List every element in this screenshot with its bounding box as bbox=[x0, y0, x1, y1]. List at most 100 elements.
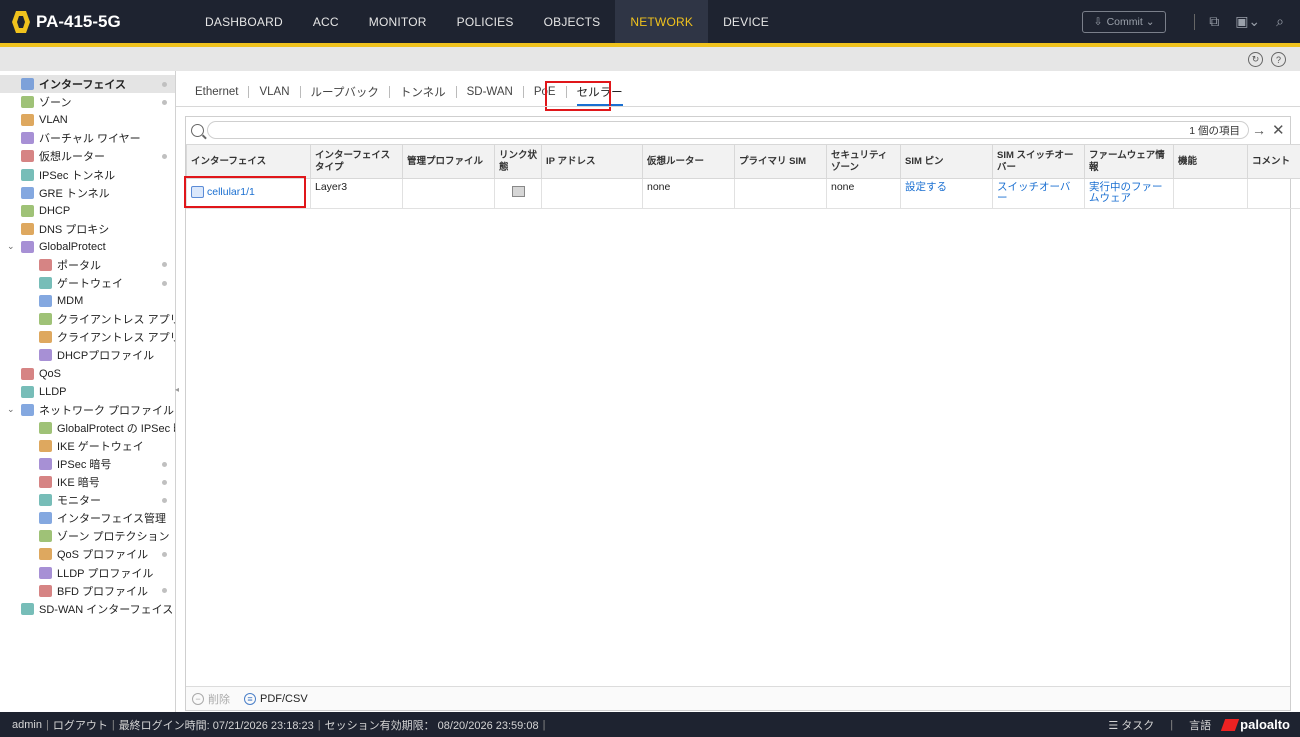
logout-link[interactable]: ログアウト bbox=[53, 717, 108, 733]
search-icon[interactable]: ⌕ bbox=[1276, 13, 1284, 30]
sidebar-item-24[interactable]: インターフェイス管理 bbox=[0, 509, 175, 527]
sidebar-item-28[interactable]: BFD プロファイル bbox=[0, 582, 175, 600]
arrow-right-icon[interactable]: → bbox=[1252, 122, 1266, 138]
close-icon[interactable]: ✕ bbox=[1272, 121, 1285, 139]
dhcp-profile-icon bbox=[39, 349, 52, 362]
sim-pin-link[interactable]: 設定する bbox=[905, 181, 947, 193]
sidebar-item-11[interactable]: ゲートウェイ bbox=[0, 274, 175, 292]
sidebar-item-23[interactable]: モニター bbox=[0, 491, 175, 509]
device-logo-icon bbox=[12, 10, 30, 33]
chevron-down-icon[interactable]: ⌄ bbox=[7, 404, 15, 415]
sidebar-item-19[interactable]: GlobalProtect の IPSec 暗号 bbox=[0, 419, 175, 437]
table-row[interactable]: cellular1/1 Layer3 none none 設定する スイッチオー… bbox=[186, 178, 1300, 209]
sidebar-item-25[interactable]: ゾーン プロテクション bbox=[0, 527, 175, 545]
refresh-icon[interactable]: ↻ bbox=[1248, 52, 1263, 67]
column-header[interactable]: セキュリティ ゾーン bbox=[826, 144, 901, 179]
sidebar-item-label: VLAN bbox=[39, 114, 68, 127]
cell-mgmt-profile bbox=[402, 178, 495, 209]
cell-type: Layer3 bbox=[310, 178, 403, 209]
zone-protection-icon bbox=[39, 530, 52, 543]
config-lock-icon[interactable]: ⧉ bbox=[1209, 13, 1219, 30]
sidebar-item-29[interactable]: SD-WAN インターフェイス プロ bbox=[0, 600, 175, 618]
sidebar-item-6[interactable]: GRE トンネル bbox=[0, 184, 175, 202]
sidebar-item-9[interactable]: ⌄ GlobalProtect bbox=[0, 238, 175, 256]
sidebar-item-26[interactable]: QoS プロファイル bbox=[0, 545, 175, 563]
subtab-3[interactable]: トンネル bbox=[390, 81, 456, 103]
panel-actions: − 削除 ≡ PDF/CSV bbox=[186, 686, 1290, 710]
language-button[interactable]: 言語 bbox=[1189, 717, 1211, 733]
pdf-csv-button[interactable]: ≡ PDF/CSV bbox=[244, 692, 308, 705]
pdf-csv-label: PDF/CSV bbox=[260, 692, 308, 705]
firmware-link[interactable]: 実行中のファームウェア bbox=[1089, 181, 1163, 204]
save-config-icon[interactable]: ▣⌄ bbox=[1235, 13, 1260, 30]
subtab-1[interactable]: VLAN bbox=[249, 81, 299, 103]
column-header[interactable]: 仮想ルーター bbox=[642, 144, 735, 179]
sidebar-item-label: IPSec トンネル bbox=[39, 169, 116, 182]
portal-icon bbox=[39, 258, 52, 271]
sidebar-item-21[interactable]: IPSec 暗号 bbox=[0, 455, 175, 473]
sidebar-item-4[interactable]: 仮想ルーター bbox=[0, 147, 175, 165]
sidebar-item-3[interactable]: バーチャル ワイヤー bbox=[0, 129, 175, 147]
vlan-icon bbox=[21, 114, 34, 127]
column-header[interactable]: 管理プロファイル bbox=[402, 144, 495, 179]
user-name: admin bbox=[12, 718, 42, 731]
filter-input[interactable] bbox=[207, 121, 1249, 139]
sim-switchover-link[interactable]: スイッチオーバー bbox=[997, 181, 1070, 204]
sidebar-item-8[interactable]: DNS プロキシ bbox=[0, 220, 175, 238]
column-header[interactable]: IP アドレス bbox=[541, 144, 643, 179]
tab-objects[interactable]: OBJECTS bbox=[529, 0, 616, 43]
sidebar-item-7[interactable]: DHCP bbox=[0, 202, 175, 220]
column-header[interactable]: プライマリ SIM bbox=[734, 144, 827, 179]
column-header[interactable]: インターフェイス bbox=[186, 144, 311, 179]
help-icon[interactable]: ? bbox=[1271, 52, 1286, 67]
tab-dashboard[interactable]: DASHBOARD bbox=[190, 0, 298, 43]
delete-button[interactable]: − 削除 bbox=[192, 691, 230, 707]
column-header[interactable]: ファームウェア情報 bbox=[1084, 144, 1174, 179]
cell-ip bbox=[541, 178, 643, 209]
column-header[interactable]: リンク状態 bbox=[494, 144, 542, 179]
sidebar-item-label: 仮想ルーター bbox=[39, 151, 105, 164]
sidebar-item-22[interactable]: IKE 暗号 bbox=[0, 473, 175, 491]
sidebar-item-14[interactable]: クライアントレス アプリケ bbox=[0, 328, 175, 346]
tasks-button[interactable]: ☰ タスク bbox=[1108, 717, 1154, 733]
sidebar-item-label: インターフェイス bbox=[39, 79, 127, 92]
tab-network[interactable]: NETWORK bbox=[615, 0, 709, 43]
subtab-2[interactable]: ループバック bbox=[301, 81, 389, 103]
sidebar-item-1[interactable]: ゾーン bbox=[0, 93, 175, 111]
dhcp-icon bbox=[21, 204, 34, 217]
commit-button[interactable]: ⇩ Commit ⌄ bbox=[1082, 10, 1167, 33]
subtab-4[interactable]: SD-WAN bbox=[457, 81, 523, 103]
tab-device[interactable]: DEVICE bbox=[708, 0, 784, 43]
brand: PA-415-5G bbox=[0, 10, 190, 33]
sidebar-item-17[interactable]: LLDP bbox=[0, 383, 175, 401]
sidebar-item-0[interactable]: インターフェイス bbox=[0, 75, 175, 94]
sidebar-item-12[interactable]: MDM bbox=[0, 292, 175, 310]
column-header[interactable]: SIM ピン bbox=[900, 144, 993, 179]
sidebar-item-16[interactable]: QoS bbox=[0, 365, 175, 383]
sidebar-item-27[interactable]: LLDP プロファイル bbox=[0, 564, 175, 582]
clientless-app-icon bbox=[39, 313, 52, 326]
sidebar-item-2[interactable]: VLAN bbox=[0, 111, 175, 129]
tab-policies[interactable]: POLICIES bbox=[442, 0, 529, 43]
chevron-down-icon[interactable]: ⌄ bbox=[7, 241, 15, 252]
sidebar: インターフェイス ゾーン VLAN バーチャル ワイヤー仮想ルーター IPSec トンネ… bbox=[0, 71, 176, 712]
sidebar-item-18[interactable]: ⌄ ネットワーク プロファイル bbox=[0, 401, 175, 419]
sidebar-item-5[interactable]: IPSec トンネル bbox=[0, 165, 175, 183]
column-header[interactable]: 機能 bbox=[1173, 144, 1248, 179]
sidebar-item-13[interactable]: クライアントレス アプリケ bbox=[0, 310, 175, 328]
sidebar-item-10[interactable]: ポータル bbox=[0, 256, 175, 274]
sidebar-item-15[interactable]: DHCPプロファイル bbox=[0, 346, 175, 364]
column-header[interactable]: コメント bbox=[1247, 144, 1300, 179]
sidebar-item-label: DNS プロキシ bbox=[39, 223, 110, 236]
column-header[interactable]: SIM スイッチオーバー bbox=[992, 144, 1085, 179]
mdm-icon bbox=[39, 295, 52, 308]
lock-icon bbox=[39, 458, 52, 471]
separator: | bbox=[542, 718, 546, 731]
sidebar-item-20[interactable]: IKE ゲートウェイ bbox=[0, 437, 175, 455]
subtab-0[interactable]: Ethernet bbox=[185, 81, 248, 103]
tab-acc[interactable]: ACC bbox=[298, 0, 354, 43]
sidebar-collapse-handle[interactable]: ◂ bbox=[175, 385, 180, 401]
column-header[interactable]: インターフェイス タイプ bbox=[310, 144, 403, 179]
tab-monitor[interactable]: MONITOR bbox=[354, 0, 442, 43]
lldp-profile-icon bbox=[39, 566, 52, 579]
